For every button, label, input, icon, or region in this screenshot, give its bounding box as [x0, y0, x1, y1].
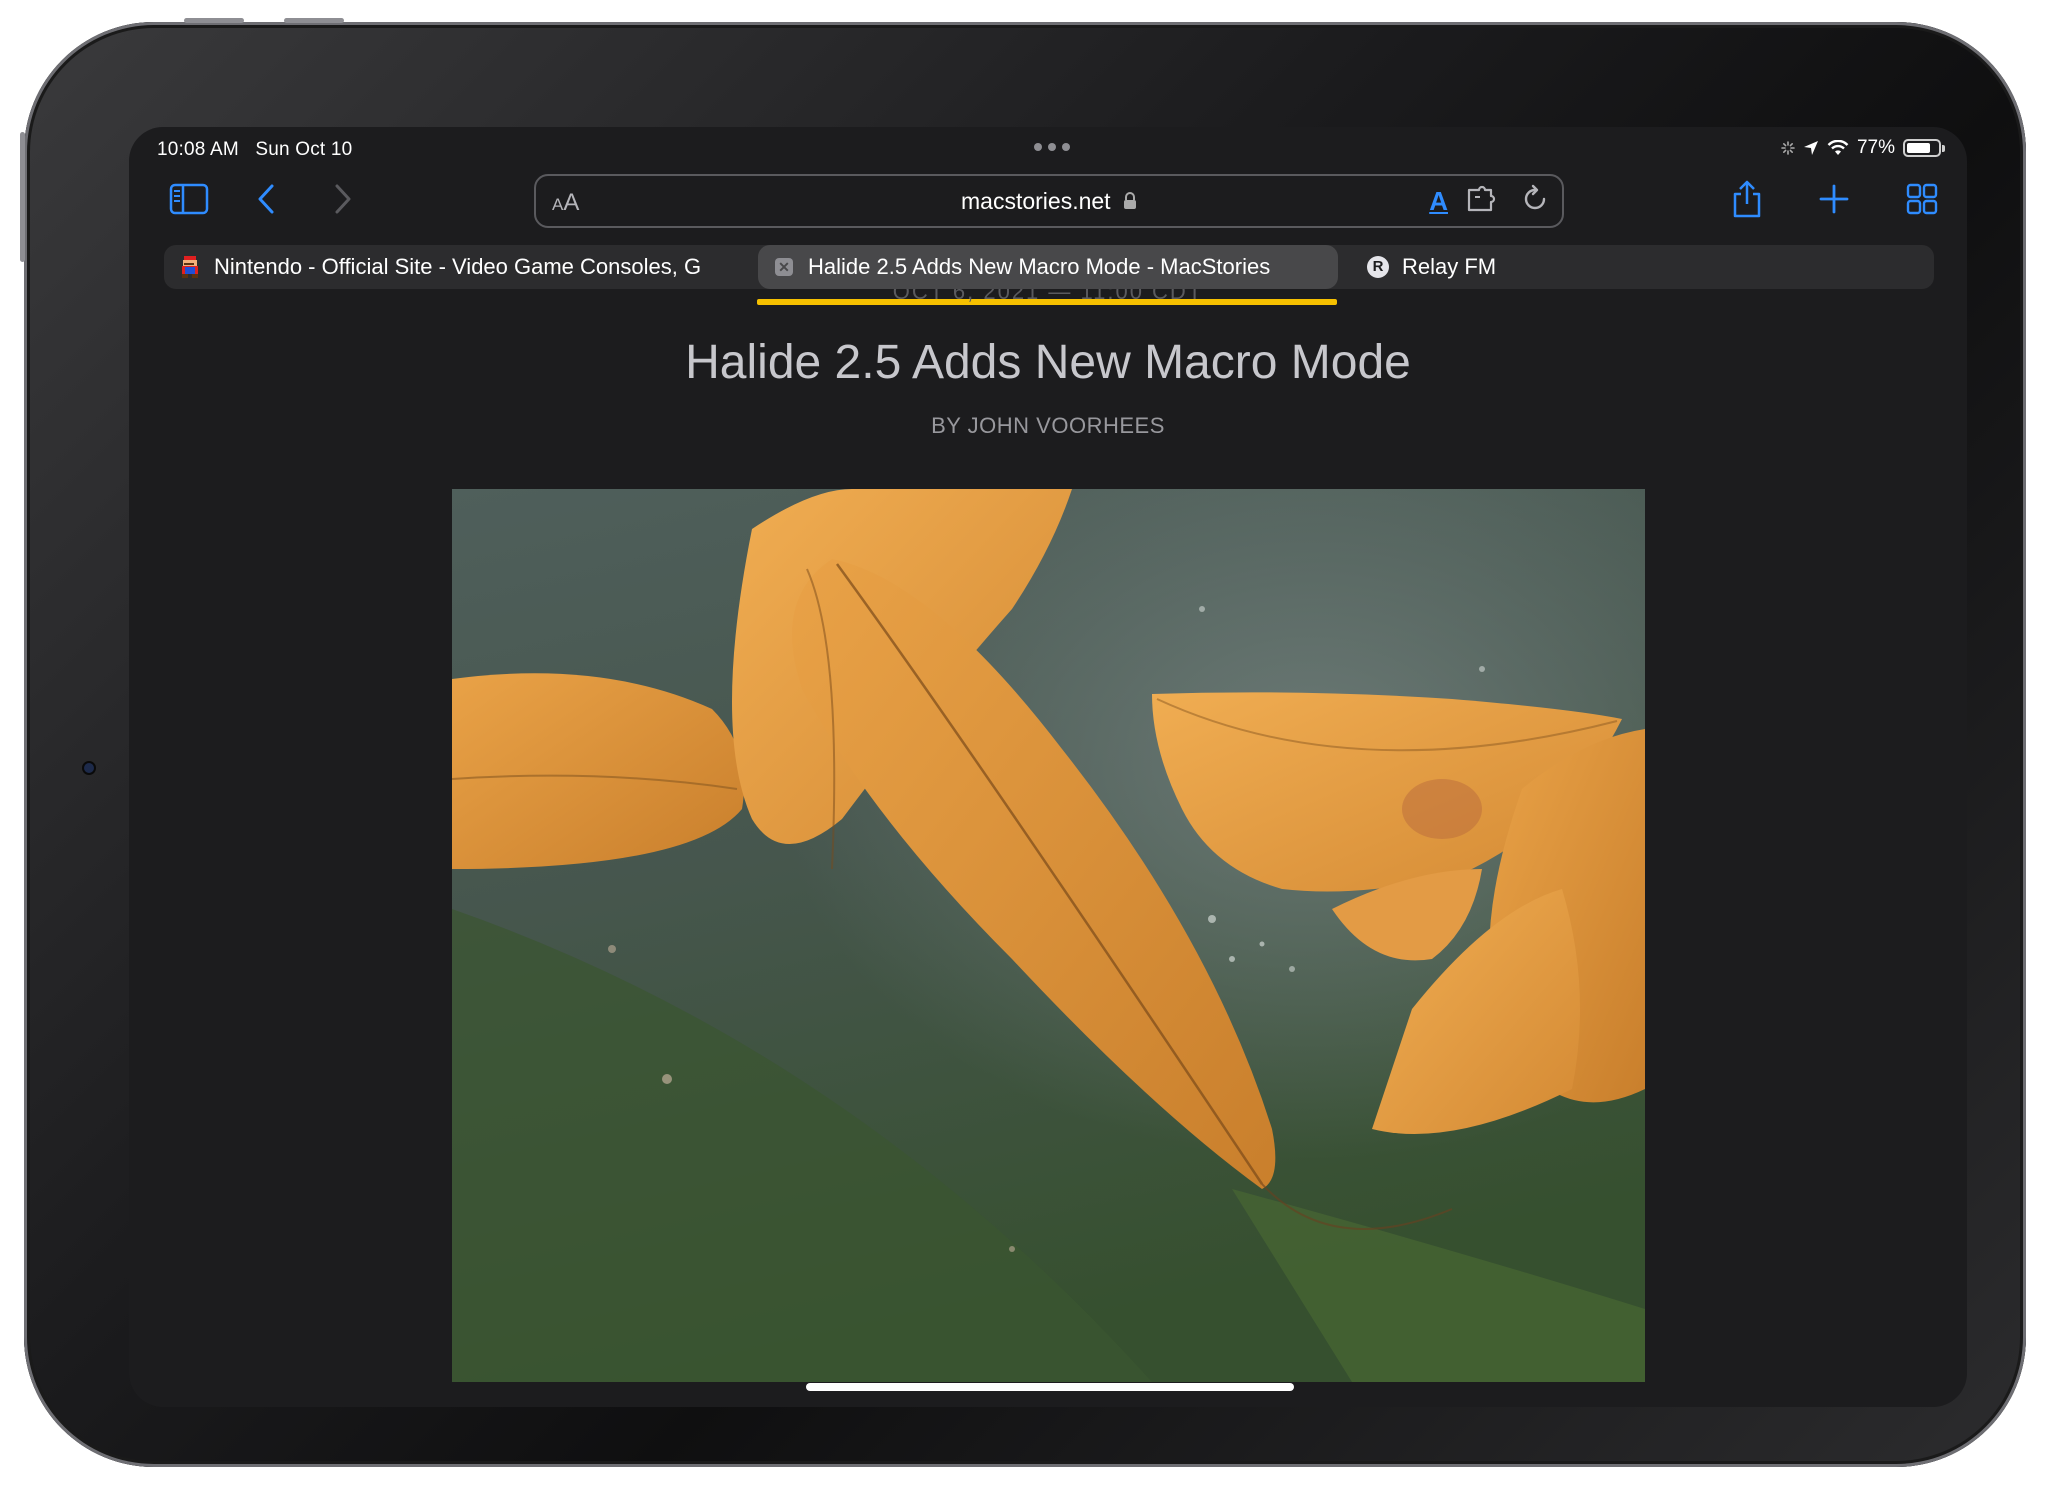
relay-fm-icon: R — [1366, 255, 1390, 279]
forward-icon[interactable] — [321, 177, 365, 221]
article-byline[interactable]: BY JOHN VOORHEES — [129, 413, 1967, 439]
address-bar[interactable]: AA macstories.net A — [534, 174, 1564, 228]
status-time-text: 10:08 AM — [157, 139, 239, 160]
volume-button — [284, 18, 344, 23]
tab-title: Relay FM — [1402, 254, 1497, 279]
dot — [1048, 143, 1056, 151]
tab-relayfm[interactable]: R Relay FM — [1352, 245, 1932, 289]
address-actions: A — [1429, 184, 1550, 219]
home-indicator[interactable] — [806, 1383, 1294, 1391]
camera-icon — [84, 763, 94, 773]
tab-title: Nintendo - Official Site - Video Game Co… — [214, 254, 702, 279]
reload-icon[interactable] — [1520, 184, 1550, 219]
extension-icon[interactable] — [1466, 184, 1502, 219]
tab-nintendo[interactable]: Nintendo - Official Site - Video Game Co… — [164, 245, 744, 289]
battery-fill — [1907, 143, 1931, 153]
lock-icon — [1123, 189, 1137, 216]
volume-button — [184, 18, 244, 23]
status-time: 10:08 AM Sun Oct 10 — [157, 139, 352, 161]
url-display[interactable]: macstories.net — [536, 188, 1562, 216]
dot — [1034, 143, 1042, 151]
mario-icon — [178, 255, 202, 279]
article-dateline: OCT 6, 2021 — 11:00 CDT — [129, 289, 1967, 307]
status-right: 77% — [1781, 137, 1945, 159]
reader-button[interactable]: A — [1429, 186, 1448, 217]
tab-title: Halide 2.5 Adds New Macro Mode - MacStor… — [808, 254, 1271, 279]
status-date-text: Sun Oct 10 — [255, 139, 353, 160]
article-dateline-text: OCT 6, 2021 — 11:00 CDT — [892, 289, 1204, 304]
relay-fm-logo: R — [1367, 256, 1389, 278]
article-title: Halide 2.5 Adds New Macro Mode — [685, 336, 1411, 389]
wifi-icon — [1827, 140, 1849, 155]
activity-spinner-icon — [1781, 141, 1795, 155]
share-icon[interactable] — [1725, 177, 1769, 221]
dot — [1062, 143, 1070, 151]
screen: 10:08 AM Sun Oct 10 77% AA macstories.ne… — [129, 127, 1967, 1407]
ipad-device-frame: 10:08 AM Sun Oct 10 77% AA macstories.ne… — [20, 18, 2026, 1467]
article-photo[interactable] — [452, 489, 1645, 1382]
power-button — [20, 132, 25, 262]
leaves-photo-illustration — [452, 489, 1645, 1382]
sidebar-icon[interactable] — [167, 177, 211, 221]
close-icon: ✕ — [775, 258, 793, 276]
tab-macstories[interactable]: ✕ Halide 2.5 Adds New Macro Mode - MacSt… — [758, 245, 1338, 289]
tab-overview-icon[interactable] — [1900, 177, 1944, 221]
new-tab-icon[interactable] — [1812, 177, 1856, 221]
battery-icon — [1903, 139, 1945, 157]
close-tab-button[interactable]: ✕ — [772, 255, 796, 279]
back-icon[interactable] — [244, 177, 288, 221]
multitasking-dots[interactable] — [1034, 143, 1070, 151]
location-arrow-icon — [1803, 141, 1818, 155]
battery-percent: 77% — [1856, 137, 1895, 158]
url-text: macstories.net — [961, 188, 1111, 214]
